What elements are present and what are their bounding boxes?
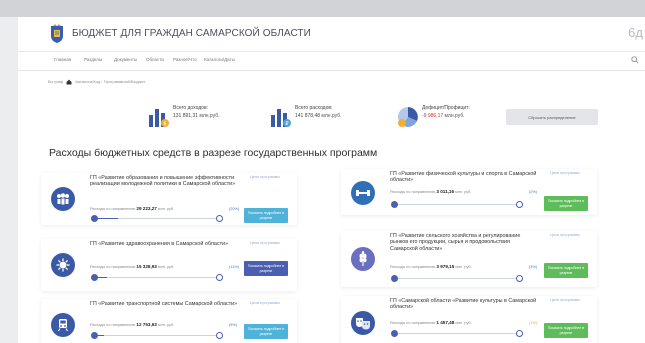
nav-item-sections[interactable]: Разделы <box>84 57 102 62</box>
program-percent: (2%) <box>529 190 538 194</box>
people-group-icon <box>51 187 75 211</box>
program-title: ГП «Развитие физической культуры и спорт… <box>390 171 537 184</box>
site-title[interactable]: БЮДЖЕТ ДЛЯ ГРАЖДАН САМАРСКОЙ ОБЛАСТИ <box>72 28 311 39</box>
slider-minus-knob[interactable] <box>91 215 98 222</box>
show-details-button[interactable]: Показать подробнее в разрезе <box>244 208 288 223</box>
main-navigation: Главная Разделы Документы Области Разное… <box>18 51 645 71</box>
dumbbell-icon <box>351 181 375 205</box>
program-spent: Расходы по направлению 29 223,27 млн. ру… <box>90 206 175 211</box>
nav-item-main[interactable]: Главная <box>54 57 71 62</box>
program-percent: (3%) <box>529 265 538 269</box>
slider-plus-knob[interactable] <box>516 330 523 337</box>
deficit-label: Дефицит/Профицит: <box>422 105 470 111</box>
slider-track <box>393 204 519 205</box>
program-goals-link[interactable]: Цели программы <box>250 241 280 245</box>
reset-distribution-button[interactable]: Сбросить распределение <box>506 109 598 125</box>
expense-label: Всего расходов: <box>295 105 333 111</box>
program-percent: (1%) <box>529 321 538 325</box>
slider-minus-knob[interactable] <box>91 274 98 281</box>
program-title: ГП «Развитие здравоохранения в Самарской… <box>90 241 229 247</box>
coat-of-arms-icon <box>51 24 63 43</box>
program-goals-link[interactable]: Цели программы <box>550 171 580 175</box>
slider-minus-knob[interactable] <box>391 275 398 282</box>
slider-track <box>393 278 519 279</box>
nav-item-regions[interactable]: Области <box>146 57 164 62</box>
show-details-button[interactable]: Показать подробнее в разрезе <box>544 196 588 211</box>
deficit-value: -9 986,17 млн.руб. <box>422 113 465 119</box>
program-spent: Расходы по направлению 3 979,15 млн. руб… <box>390 264 472 269</box>
program-spent: Расходы по направлению 15 328,93 млн. ру… <box>90 264 175 269</box>
slider-minus-knob[interactable] <box>391 330 398 337</box>
nav-item-catalogs[interactable]: Каталоги/Даты <box>204 57 235 62</box>
slider-plus-knob[interactable] <box>216 274 223 281</box>
program-card-culture: ГП «Самарской области «Развитие культуры… <box>341 296 597 343</box>
train-icon <box>51 313 75 337</box>
program-percent: (20%) <box>229 207 240 211</box>
program-card-education: ГП «Развитие образования и повышение эфф… <box>41 173 297 225</box>
wheat-icon <box>351 247 375 271</box>
income-chart-icon: $ <box>149 109 169 127</box>
nav-item-misc[interactable]: Разное/Что <box>173 57 197 62</box>
site-header: БЮДЖЕТ ДЛЯ ГРАЖДАН САМАРСКОЙ ОБЛАСТИ 6д <box>18 17 645 51</box>
program-spent: Расходы по направлению 3 011,16 млн. руб… <box>390 189 472 194</box>
income-label: Всего доходов: <box>173 105 208 111</box>
search-icon[interactable] <box>631 56 639 64</box>
corner-number: 6д <box>628 25 643 40</box>
breadcrumb-trail[interactable]: Каталоги/Код › Программный/Бюджет <box>75 79 145 84</box>
expense-chart-icon: ₽ <box>271 109 291 127</box>
section-title: Расходы бюджетных средств в разрезе госу… <box>49 147 378 159</box>
program-title: ГП «Развитие сельского хозяйства и регул… <box>390 233 521 252</box>
program-goals-link[interactable]: Цели программы <box>550 298 580 302</box>
page: БЮДЖЕТ ДЛЯ ГРАЖДАН САМАРСКОЙ ОБЛАСТИ 6д … <box>18 17 645 343</box>
nav-item-documents[interactable]: Документы <box>114 57 137 62</box>
virus-icon <box>51 253 75 277</box>
show-details-button[interactable]: Показать подробнее в разрезе <box>544 323 588 338</box>
program-card-transport: ГП «Развитие транспортной системы Самарс… <box>41 299 297 343</box>
program-spent: Расходы по направлению 12 753,63 млн. ру… <box>90 322 175 327</box>
program-goals-link[interactable]: Цели программы <box>550 233 580 237</box>
show-details-button[interactable]: Показать подробнее в разрезе <box>544 263 588 278</box>
program-goals-link[interactable]: Цели программы <box>250 175 280 179</box>
slider-plus-knob[interactable] <box>516 201 523 208</box>
breadcrumb: Во граф Каталоги/Код › Программный/Бюдже… <box>48 79 145 85</box>
program-percent: (11%) <box>229 265 239 269</box>
breadcrumb-home[interactable]: Во граф <box>48 79 63 84</box>
home-icon[interactable] <box>66 79 72 85</box>
slider-track <box>93 277 219 278</box>
show-details-button[interactable]: Показать подробнее в разрезе <box>244 324 288 339</box>
program-card-sport: ГП «Развитие физической культуры и спорт… <box>341 169 597 215</box>
program-percent: (9%) <box>229 323 238 327</box>
slider-minus-knob[interactable] <box>91 332 98 339</box>
program-title: ГП «Развитие транспортной системы Самарс… <box>90 301 238 307</box>
program-goals-link[interactable]: Цели программы <box>250 301 280 305</box>
income-value: 131 891,31 млн.руб. <box>173 113 220 119</box>
program-title: ГП «Самарской области «Развитие культуры… <box>390 298 537 311</box>
expense-value: 141 878,48 млн.руб. <box>295 113 342 119</box>
theater-masks-icon <box>351 311 375 335</box>
slider-track <box>393 333 519 334</box>
slider-track <box>93 335 219 336</box>
slider-minus-knob[interactable] <box>391 201 398 208</box>
slider-plus-knob[interactable] <box>516 275 523 282</box>
browser-top-band <box>0 0 645 17</box>
program-title: ГП «Развитие образования и повышение эфф… <box>90 175 236 188</box>
slider-plus-knob[interactable] <box>216 332 223 339</box>
show-details-button[interactable]: Показать подробнее в разрезе <box>244 261 288 276</box>
slider-plus-knob[interactable] <box>216 215 223 222</box>
program-card-agriculture: ГП «Развитие сельского хозяйства и регул… <box>341 231 597 287</box>
program-spent: Расходы по направлению 1 457,48 млн. руб… <box>390 320 472 325</box>
svg-text:$: $ <box>163 121 166 127</box>
coins-pie-icon <box>398 107 418 127</box>
program-card-health: ГП «Развитие здравоохранения в Самарской… <box>41 239 297 291</box>
